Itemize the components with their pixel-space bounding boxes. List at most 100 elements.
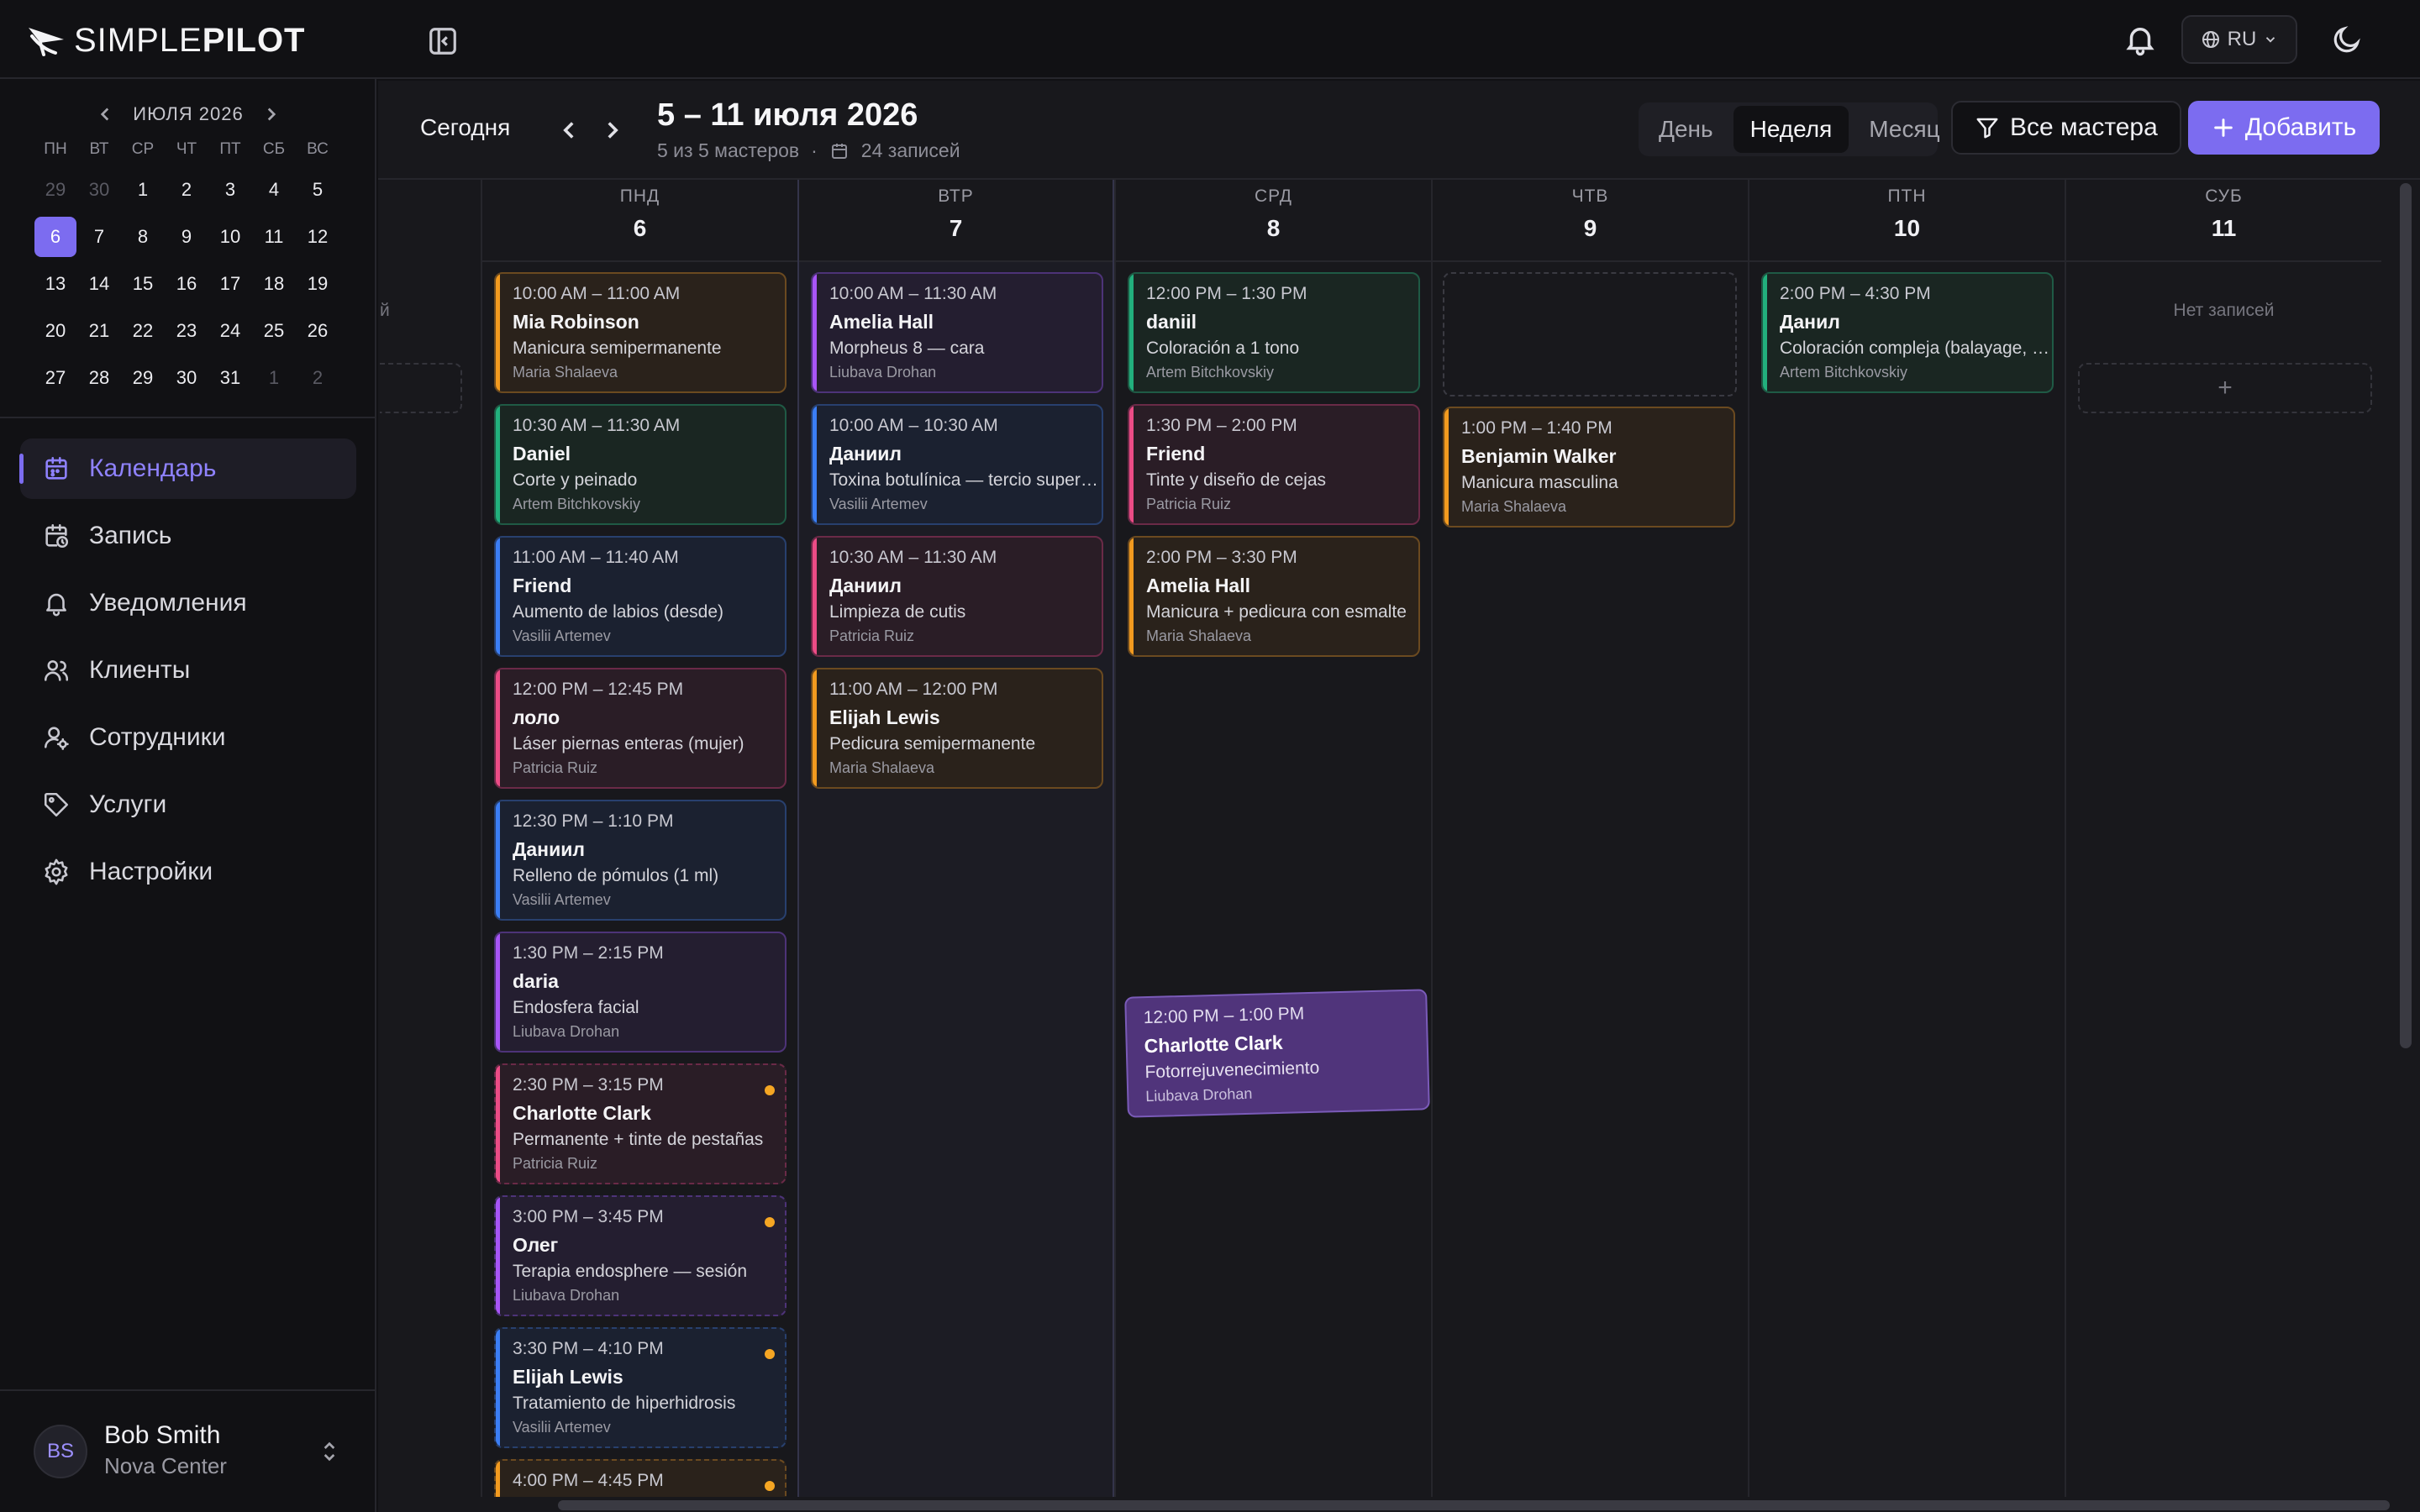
- appointment-card[interactable]: 1:30 PM – 2:00 PM Friend Tinte y diseño de…: [1128, 404, 1420, 525]
- empty-slot-placeholder[interactable]: [1443, 272, 1737, 396]
- appointment-card[interactable]: 2:00 PM – 4:30 PM Данил Coloración complej…: [1761, 272, 2054, 393]
- mini-calendar-day[interactable]: 2: [165, 166, 208, 213]
- day-header[interactable]: СРД 8: [1116, 180, 1431, 262]
- appointment-card[interactable]: 11:00 AM – 11:40 AM Friend Aumento de labi…: [494, 536, 786, 657]
- mini-calendar-day[interactable]: 21: [77, 307, 121, 354]
- sidebar-item-calendar[interactable]: Календарь: [19, 438, 356, 499]
- chevron-left-icon[interactable]: [94, 103, 116, 125]
- mini-calendar-day[interactable]: 6: [34, 213, 77, 260]
- chevron-down-icon: [2266, 37, 2275, 43]
- mini-calendar-day[interactable]: 2: [296, 354, 339, 402]
- next-week-icon[interactable]: [598, 116, 627, 144]
- masters-filter-button[interactable]: Все мастера: [1951, 101, 2181, 155]
- mini-calendar-day[interactable]: 29: [121, 354, 165, 402]
- mini-calendar-day[interactable]: 10: [208, 213, 252, 260]
- mini-calendar-day[interactable]: 11: [252, 213, 296, 260]
- appointment-card[interactable]: 1:00 PM – 1:40 PM Benjamin Walker Manicura…: [1443, 407, 1735, 528]
- appointment-card[interactable]: 2:00 PM – 3:30 PM Amelia Hall Manicura + p…: [1128, 536, 1420, 657]
- mini-calendar-day[interactable]: 3: [208, 166, 252, 213]
- notifications-bell-icon[interactable]: [2123, 22, 2158, 57]
- mini-calendar-day[interactable]: 22: [121, 307, 165, 354]
- sidebar-item-gear[interactable]: Настройки: [20, 842, 356, 902]
- sidebar-item-users[interactable]: Клиенты: [20, 640, 356, 701]
- appointment-card[interactable]: 1:30 PM – 2:15 PM daria Endosfera facial Li…: [494, 932, 786, 1053]
- mini-calendar-day[interactable]: 12: [296, 213, 339, 260]
- add-slot-partial[interactable]: [380, 363, 462, 413]
- appointment-client: Данил: [1780, 311, 1840, 333]
- day-column: ПНД 6 10:00 AM – 11:00 AM Mia Robinson Manic…: [481, 180, 797, 1500]
- mini-calendar-day[interactable]: 1: [121, 166, 165, 213]
- sidebar-item-calendar-clock[interactable]: Запись: [20, 506, 356, 566]
- add-slot-button[interactable]: +: [2078, 363, 2372, 413]
- mini-calendar-day[interactable]: 19: [296, 260, 339, 307]
- appointment-card[interactable]: 10:30 AM – 11:30 AM Даниил Limpieza de cut…: [811, 536, 1103, 657]
- appointment-card[interactable]: 3:00 PM – 3:45 PM Олег Terapia endosphere …: [494, 1195, 786, 1316]
- day-header[interactable]: СУБ 11: [2066, 180, 2381, 262]
- appointment-card[interactable]: 4:00 PM – 4:45 PM: [494, 1459, 786, 1500]
- mini-calendar-day[interactable]: 23: [165, 307, 208, 354]
- sidebar-item-staff[interactable]: Сотрудники: [20, 707, 356, 768]
- mini-calendar-day[interactable]: 14: [77, 260, 121, 307]
- mini-calendar-day[interactable]: 27: [34, 354, 77, 402]
- mini-calendar-day[interactable]: 17: [208, 260, 252, 307]
- appointment-service: Permanente + tinte de pestañas: [513, 1130, 764, 1149]
- mini-calendar-day[interactable]: 7: [77, 213, 121, 260]
- appointment-card[interactable]: 12:00 PM – 1:30 PM daniil Coloración a 1 t…: [1128, 272, 1420, 393]
- mini-calendar-day[interactable]: 24: [208, 307, 252, 354]
- mini-calendar-day[interactable]: 15: [121, 260, 165, 307]
- horizontal-scrollbar[interactable]: [378, 1497, 2420, 1512]
- appointment-card[interactable]: 10:30 AM – 11:30 AM Daniel Corte y peinado…: [494, 404, 786, 525]
- appointment-card[interactable]: 2:30 PM – 3:15 PM Charlotte Clark Permanen…: [494, 1063, 786, 1184]
- appointment-card[interactable]: 10:00 AM – 10:30 AM Даниил Toxina botulíni…: [811, 404, 1103, 525]
- sidebar-toggle-icon[interactable]: [427, 25, 459, 57]
- mini-calendar-day[interactable]: 13: [34, 260, 77, 307]
- appointment-card[interactable]: 3:30 PM – 4:10 PM Elijah Lewis Tratamiento…: [494, 1327, 786, 1448]
- vertical-scrollbar-thumb[interactable]: [2400, 183, 2412, 1048]
- mini-calendar-day[interactable]: 30: [77, 166, 121, 213]
- appointment-card[interactable]: 10:00 AM – 11:30 AM Amelia Hall Morpheus 8…: [811, 272, 1103, 393]
- language-label: RU: [2227, 28, 2257, 50]
- theme-moon-icon[interactable]: [2331, 24, 2363, 55]
- view-tab[interactable]: Месяц: [1852, 106, 1956, 153]
- mini-calendar-day[interactable]: 29: [34, 166, 77, 213]
- sidebar-item-bell[interactable]: Уведомления: [20, 573, 356, 633]
- today-button[interactable]: Сегодня: [420, 114, 510, 141]
- chevron-right-icon[interactable]: [260, 103, 282, 125]
- mini-calendar-day[interactable]: 31: [208, 354, 252, 402]
- appointment-card[interactable]: 12:30 PM – 1:10 PM Даниил Relleno de pómul…: [494, 800, 786, 921]
- vertical-scrollbar[interactable]: [2391, 180, 2420, 1512]
- appointment-card[interactable]: 12:00 PM – 12:45 PM лоло Láser piernas ent…: [494, 668, 786, 789]
- mini-calendar-day[interactable]: 20: [34, 307, 77, 354]
- mini-calendar-day[interactable]: 26: [296, 307, 339, 354]
- day-header[interactable]: ВТР 7: [799, 180, 1113, 262]
- mini-calendar-day[interactable]: 25: [252, 307, 296, 354]
- logo[interactable]: SIMPLEPILOT: [27, 22, 306, 60]
- appointment-card[interactable]: 11:00 AM – 12:00 PM Elijah Lewis Pedicura …: [811, 668, 1103, 789]
- language-select[interactable]: RU: [2181, 15, 2297, 64]
- mini-calendar-day-number: 17: [219, 273, 241, 294]
- view-tab[interactable]: День: [1642, 106, 1730, 153]
- day-header[interactable]: ПНД 6: [482, 180, 797, 262]
- horizontal-scrollbar-thumb[interactable]: [558, 1500, 2390, 1510]
- mini-calendar-day[interactable]: 9: [165, 213, 208, 260]
- appointment-staff: Vasilii Artemev: [513, 1419, 611, 1436]
- mini-calendar-day[interactable]: 30: [165, 354, 208, 402]
- appointment-card[interactable]: 10:00 AM – 11:00 AM Mia Robinson Manicura …: [494, 272, 786, 393]
- dragging-appointment-card[interactable]: 12:00 PM – 1:00 PM Charlotte Clark Fotorre…: [1124, 989, 1430, 1118]
- user-switcher[interactable]: BS Bob Smith Nova Center: [0, 1389, 376, 1512]
- previous-week-icon[interactable]: [555, 116, 583, 144]
- mini-calendar-day[interactable]: 5: [296, 166, 339, 213]
- mini-calendar-day[interactable]: 16: [165, 260, 208, 307]
- weekday-label: СБ: [262, 140, 286, 158]
- mini-calendar-day[interactable]: 4: [252, 166, 296, 213]
- add-appointment-button[interactable]: Добавить: [2188, 101, 2380, 155]
- day-header[interactable]: ЧТВ 9: [1433, 180, 1748, 262]
- mini-calendar-day[interactable]: 18: [252, 260, 296, 307]
- sidebar-item-tag[interactable]: Услуги: [20, 774, 356, 835]
- mini-calendar-day[interactable]: 28: [77, 354, 121, 402]
- view-tab[interactable]: Неделя: [1733, 106, 1849, 153]
- day-header[interactable]: ПТН 10: [1749, 180, 2065, 262]
- users-icon: [44, 660, 69, 681]
- mini-calendar-day[interactable]: 1: [252, 354, 296, 402]
- mini-calendar-day[interactable]: 8: [121, 213, 165, 260]
